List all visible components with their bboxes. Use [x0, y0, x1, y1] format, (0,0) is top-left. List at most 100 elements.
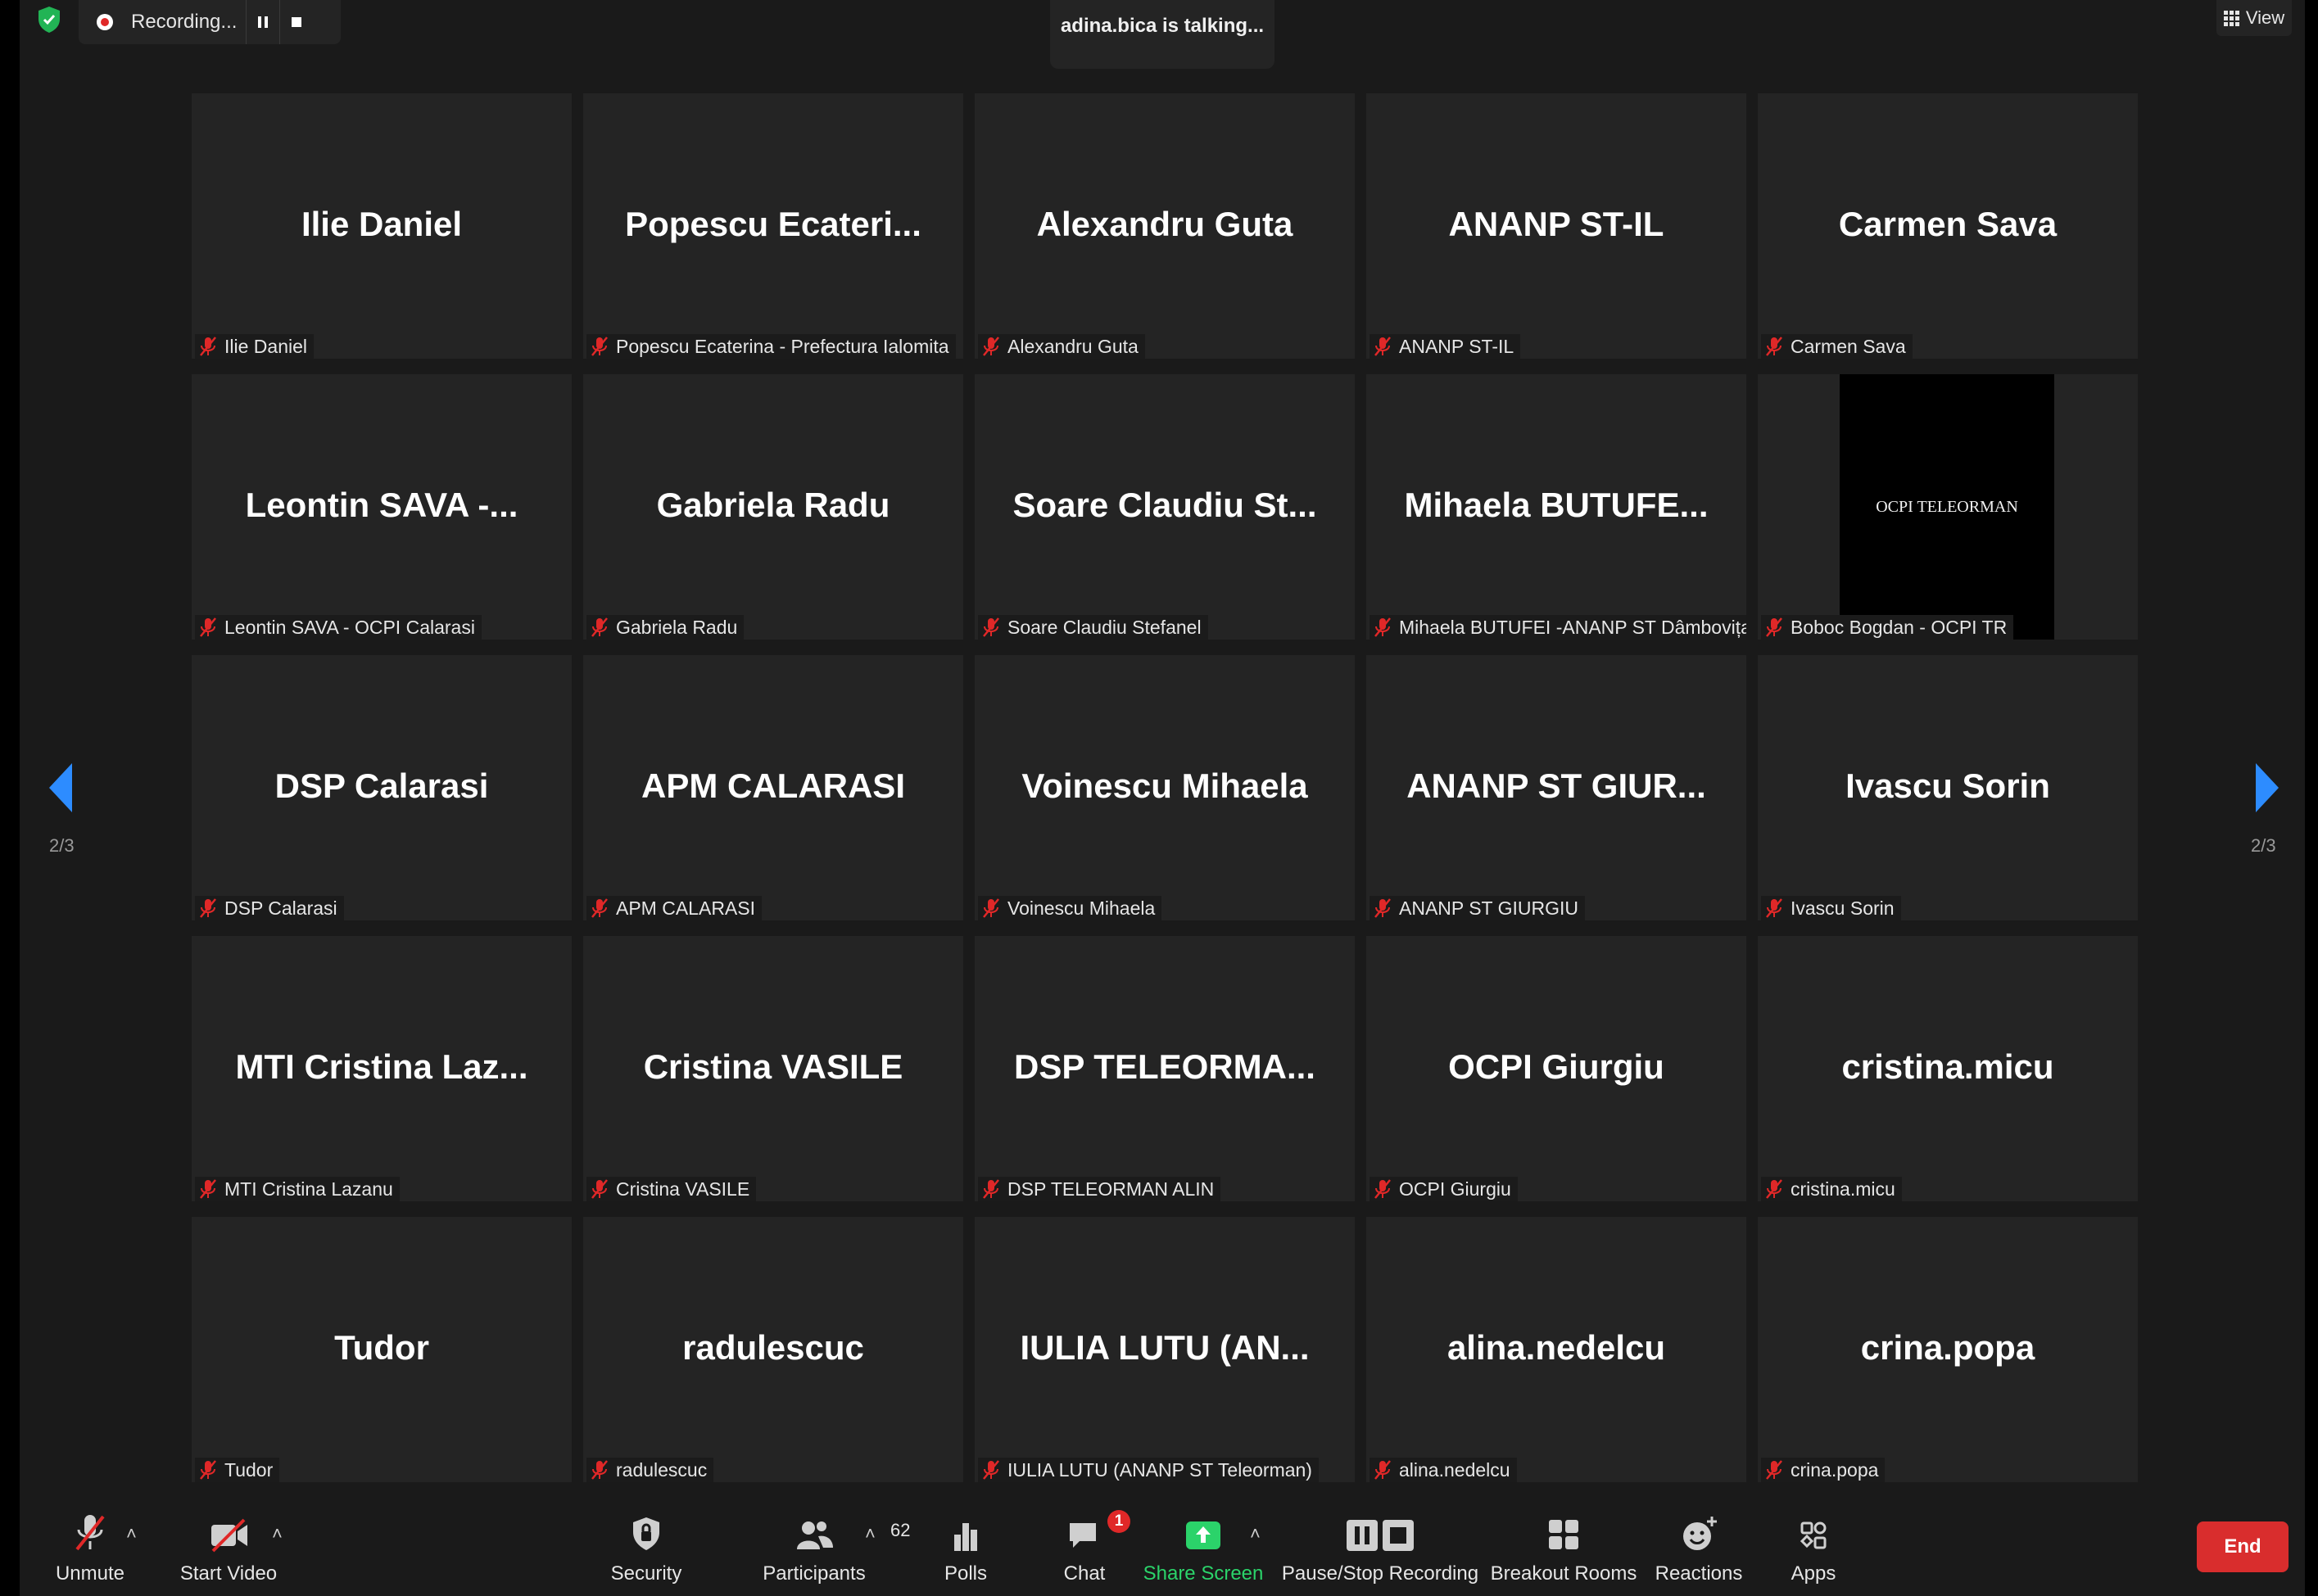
end-meeting-button[interactable]: End	[2197, 1521, 2289, 1572]
participant-label-text: radulescuc	[616, 1458, 708, 1481]
participant-name-label: Boboc Bogdan - OCPI TR	[1761, 615, 2014, 640]
reactions-smiley-icon	[1683, 1517, 1717, 1550]
participant-display-name: APM CALARASI	[641, 766, 905, 805]
share-screen-button[interactable]: Share Screen	[1142, 1495, 1265, 1596]
unmute-label: Unmute	[55, 1562, 125, 1585]
muted-microphone-icon	[1766, 337, 1782, 356]
participant-tile[interactable]: Mihaela BUTUFE... Mihaela BUTUFEI -ANANP …	[1366, 374, 1746, 640]
participant-label-text: Popescu Ecaterina - Prefectura Ialomita	[616, 335, 949, 357]
chat-label: Chat	[1063, 1562, 1106, 1585]
previous-page-arrow-icon[interactable]	[48, 762, 74, 814]
participant-tile[interactable]: IULIA LUTU (AN... IULIA LUTU (ANANP ST Te…	[975, 1217, 1355, 1482]
participant-label-text: crina.popa	[1791, 1458, 1879, 1481]
participant-display-name: DSP TELEORMA...	[1014, 1047, 1315, 1086]
participant-tile[interactable]: Tudor Tudor	[192, 1217, 572, 1482]
pause-recording-button[interactable]	[246, 0, 279, 44]
participant-tile[interactable]: crina.popa crina.popa	[1758, 1217, 2138, 1482]
recording-status-text: Recording...	[131, 11, 238, 33]
participant-tile[interactable]: OCPI TELEORMAN Boboc Bogdan - OCPI TR	[1758, 374, 2138, 640]
participant-display-name: MTI Cristina Laz...	[235, 1047, 528, 1086]
meeting-toolbar: Unmute ˄ Start Video ˄ Security 62 Parti…	[20, 1495, 2305, 1596]
participant-tile[interactable]: OCPI Giurgiu OCPI Giurgiu	[1366, 936, 1746, 1201]
stop-recording-button[interactable]	[279, 0, 313, 44]
participant-grid: Ilie Daniel Ilie Daniel Popescu Ecateri...…	[192, 93, 2138, 1484]
participant-tile[interactable]: ANANP ST GIUR... ANANP ST GIURGIU	[1366, 655, 1746, 920]
participant-label-text: Ilie Daniel	[224, 335, 307, 357]
start-video-label: Start Video	[179, 1562, 278, 1585]
participant-display-name: OCPI Giurgiu	[1448, 1047, 1664, 1086]
participant-name-label: OCPI Giurgiu	[1370, 1177, 1518, 1201]
participant-name-label: cristina.micu	[1761, 1177, 1902, 1201]
participant-tile[interactable]: Ilie Daniel Ilie Daniel	[192, 93, 572, 359]
participant-label-text: Soare Claudiu Stefanel	[1007, 616, 1202, 638]
participant-tile[interactable]: radulescuc radulescuc	[583, 1217, 963, 1482]
share-options-chevron-icon[interactable]: ˄	[1250, 1523, 1261, 1544]
muted-microphone-icon	[1374, 617, 1391, 637]
participant-name-label: Voinescu Mihaela	[978, 896, 1162, 920]
participant-label-text: OCPI Giurgiu	[1399, 1178, 1511, 1200]
unmute-button[interactable]: Unmute	[49, 1495, 131, 1596]
view-button[interactable]: View	[2216, 0, 2292, 36]
chat-button[interactable]: 1 Chat	[1052, 1495, 1130, 1596]
participant-tile[interactable]: Carmen Sava Carmen Sava	[1758, 93, 2138, 359]
muted-microphone-icon	[591, 1179, 608, 1199]
participant-label-text: Cristina VASILE	[616, 1178, 750, 1200]
participant-display-name: Ilie Daniel	[301, 205, 463, 243]
participant-name-label: radulescuc	[586, 1458, 714, 1482]
polls-button[interactable]: Polls	[929, 1495, 1003, 1596]
participant-label-text: Ivascu Sorin	[1791, 897, 1895, 919]
participant-label-text: cristina.micu	[1791, 1178, 1895, 1200]
start-video-button[interactable]: Start Video	[175, 1495, 282, 1596]
video-options-chevron-icon[interactable]: ˄	[272, 1523, 283, 1544]
participant-name-label: APM CALARASI	[586, 896, 762, 920]
participants-count: 62	[890, 1520, 911, 1540]
chat-unread-badge: 1	[1107, 1510, 1130, 1533]
participant-tile[interactable]: DSP Calarasi DSP Calarasi	[192, 655, 572, 920]
grid-icon	[2223, 10, 2239, 26]
muted-microphone-icon	[200, 617, 216, 637]
participant-tile[interactable]: Soare Claudiu St... Soare Claudiu Stefane…	[975, 374, 1355, 640]
recording-dot-icon	[97, 14, 113, 30]
muted-microphone-icon	[1766, 1179, 1782, 1199]
participant-tile[interactable]: Ivascu Sorin Ivascu Sorin	[1758, 655, 2138, 920]
participant-tile[interactable]: Popescu Ecateri... Popescu Ecaterina - Pr…	[583, 93, 963, 359]
participant-tile[interactable]: APM CALARASI APM CALARASI	[583, 655, 963, 920]
participant-tile[interactable]: Voinescu Mihaela Voinescu Mihaela	[975, 655, 1355, 920]
participant-name-label: Carmen Sava	[1761, 334, 1913, 359]
participants-options-chevron-icon[interactable]: ˄	[865, 1523, 876, 1544]
reactions-label: Reactions	[1655, 1562, 1743, 1585]
participant-tile[interactable]: ANANP ST-IL ANANP ST-IL	[1366, 93, 1746, 359]
participant-display-name: alina.nedelcu	[1446, 1328, 1666, 1367]
participant-name-label: Gabriela Radu	[586, 615, 745, 640]
participant-label-text: Gabriela Radu	[616, 616, 738, 638]
recording-indicator: Recording...	[79, 0, 341, 44]
apps-button[interactable]: Apps	[1781, 1495, 1846, 1596]
muted-microphone-icon	[200, 1179, 216, 1199]
participant-tile[interactable]: alina.nedelcu alina.nedelcu	[1366, 1217, 1746, 1482]
participant-tile[interactable]: cristina.micu cristina.micu	[1758, 936, 2138, 1201]
muted-microphone-icon	[591, 1460, 608, 1480]
pause-stop-recording-button[interactable]: Pause/Stop Recording	[1282, 1495, 1478, 1596]
participant-tile[interactable]: Alexandru Guta Alexandru Guta	[975, 93, 1355, 359]
participant-tile[interactable]: DSP TELEORMA... DSP TELEORMAN ALIN	[975, 936, 1355, 1201]
participant-tile[interactable]: MTI Cristina Laz... MTI Cristina Lazanu	[192, 936, 572, 1201]
participant-name-label: Popescu Ecaterina - Prefectura Ialomita	[586, 334, 956, 359]
participant-tile[interactable]: Leontin SAVA -... Leontin SAVA - OCPI Cal…	[192, 374, 572, 640]
participant-tile[interactable]: Cristina VASILE Cristina VASILE	[583, 936, 963, 1201]
audio-options-chevron-icon[interactable]: ˄	[126, 1523, 137, 1544]
participant-tile[interactable]: Gabriela Radu Gabriela Radu	[583, 374, 963, 640]
encryption-shield-icon[interactable]	[36, 5, 62, 34]
polls-label: Polls	[944, 1562, 988, 1585]
left-edge	[0, 0, 20, 1596]
reactions-button[interactable]: Reactions	[1654, 1495, 1744, 1596]
muted-microphone-icon	[983, 1460, 999, 1480]
participant-name-label: Soare Claudiu Stefanel	[978, 615, 1208, 640]
participant-name-label: MTI Cristina Lazanu	[195, 1177, 400, 1201]
participants-button[interactable]: 62 Participants	[740, 1495, 910, 1596]
breakout-rooms-button[interactable]: Breakout Rooms	[1486, 1495, 1641, 1596]
participant-video: OCPI TELEORMAN	[1840, 374, 2054, 640]
security-button[interactable]: Security	[601, 1495, 691, 1596]
next-page-arrow-icon[interactable]	[2254, 762, 2280, 814]
participant-display-name: Gabriela Radu	[656, 486, 890, 524]
participant-display-name: Alexandru Guta	[1036, 205, 1293, 243]
